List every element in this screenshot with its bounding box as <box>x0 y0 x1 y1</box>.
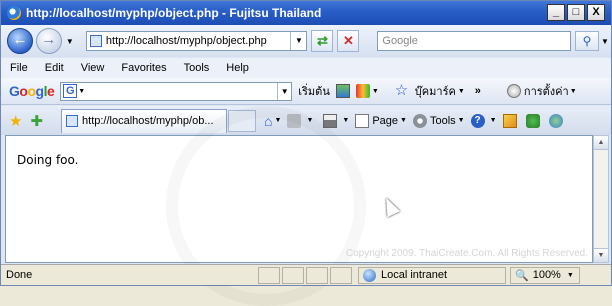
messenger-icon <box>525 113 540 128</box>
tools-menu-button[interactable]: Tools ▼ <box>412 113 465 128</box>
add-favorite-icon[interactable]: ✚ <box>30 112 43 130</box>
popup-blocker-icon[interactable] <box>355 84 370 98</box>
zone-label: Local intranet <box>381 269 448 281</box>
google-search-input[interactable]: G ▼ ▼ <box>60 81 293 101</box>
status-bar: Done Local intranet 🔍 100% ▼ <box>1 264 611 285</box>
settings-wrench-icon[interactable] <box>506 84 521 98</box>
popup-dropdown-icon[interactable]: ▼ <box>372 88 379 95</box>
google-g-icon: G <box>63 84 78 98</box>
stop-button[interactable]: ✕ <box>337 30 360 52</box>
google-logo: Google <box>9 83 55 99</box>
menu-tools[interactable]: Tools <box>175 62 218 74</box>
window-controls: _ □ X <box>547 4 605 21</box>
stop-icon: ✕ <box>342 33 354 48</box>
status-text: Done <box>6 269 33 281</box>
magnifier-icon: ⚲ <box>582 34 592 48</box>
favorites-center-icon[interactable]: ★ <box>9 112 22 130</box>
help-button[interactable]: ? ▼ <box>470 113 497 128</box>
address-field[interactable]: http://localhost/myphp/object.php ▼ <box>85 31 308 51</box>
menu-help[interactable]: Help <box>217 62 257 74</box>
browser-window: http://localhost/myphp/object.php - Fuji… <box>0 0 612 286</box>
settings-dropdown-icon[interactable]: ▼ <box>570 88 577 95</box>
google-toolbar: Google G ▼ ▼ เริ่มต้น ▼ ☆ บุ๊คมาร์ค ▼ » … <box>1 78 611 105</box>
status-pane <box>258 266 280 284</box>
google-search-button[interactable]: เริ่มต้น <box>298 82 330 100</box>
scroll-up-icon[interactable]: ▲ <box>594 136 608 150</box>
google-search-dropdown-icon[interactable]: ▼ <box>277 82 291 100</box>
image-icon[interactable] <box>335 84 350 98</box>
settings-button[interactable]: การตั้งค่า <box>524 82 569 100</box>
refresh-icon: ⇄ <box>317 33 328 48</box>
page-menu-label: Page <box>372 114 399 127</box>
refresh-button[interactable]: ⇄ <box>311 30 334 52</box>
maximize-button[interactable]: □ <box>567 4 585 21</box>
page-content: Doing foo. Copyright 2009. ThaiCreate.Co… <box>5 135 593 263</box>
search-input[interactable]: Google <box>377 31 572 51</box>
page-icon <box>66 115 79 127</box>
tools-menu-label: Tools <box>429 114 456 127</box>
close-button[interactable]: X <box>587 4 605 21</box>
forward-button[interactable]: → <box>35 28 62 54</box>
zoom-control[interactable]: 🔍 100% ▼ <box>510 266 580 284</box>
tab-label: http://localhost/myphp/ob... <box>82 115 214 127</box>
minimize-button[interactable]: _ <box>547 4 565 21</box>
gear-icon <box>412 113 427 128</box>
help-icon: ? <box>470 113 485 128</box>
copyright-text: Copyright 2009. ThaiCreate.Com. All Righ… <box>345 248 588 259</box>
address-dropdown-icon[interactable]: ▼ <box>290 32 306 50</box>
bookmarks-button[interactable]: บุ๊คมาร์ค <box>415 82 456 100</box>
ie-addon-button[interactable] <box>548 113 566 128</box>
google-logo-letter: G <box>9 83 20 99</box>
bookmarks-dropdown-icon[interactable]: ▼ <box>458 88 465 95</box>
messenger-button[interactable] <box>525 113 543 128</box>
google-logo-letter: e <box>46 83 55 99</box>
status-pane <box>282 266 304 284</box>
globe-icon <box>363 268 376 282</box>
zoom-level: 100% <box>532 269 561 281</box>
menu-view[interactable]: View <box>72 62 113 74</box>
status-pane <box>306 266 328 284</box>
google-logo-letter: o <box>27 83 36 99</box>
bookmark-star-icon[interactable]: ☆ <box>395 83 409 98</box>
back-button[interactable]: ← <box>7 28 33 54</box>
addon-icon <box>548 113 563 128</box>
security-zone[interactable]: Local intranet <box>358 266 506 284</box>
vertical-scrollbar[interactable]: ▲ ▼ <box>593 135 609 263</box>
zoom-icon: 🔍 <box>515 269 529 282</box>
menu-file[interactable]: File <box>1 62 36 74</box>
history-dropdown-icon[interactable]: ▼ <box>66 37 78 46</box>
title-bar: http://localhost/myphp/object.php - Fuji… <box>1 1 611 25</box>
research-icon <box>502 113 517 128</box>
page-icon <box>89 35 102 47</box>
google-logo-letter: g <box>35 83 45 99</box>
zoom-dropdown-icon[interactable]: ▼ <box>567 272 574 279</box>
more-button[interactable]: » <box>475 85 481 97</box>
research-button[interactable] <box>502 113 520 128</box>
address-row: ← → ▼ http://localhost/myphp/object.php … <box>1 25 611 57</box>
menu-bar: File Edit View Favorites Tools Help <box>1 58 611 78</box>
menu-favorites[interactable]: Favorites <box>112 62 174 74</box>
ie-icon <box>7 6 21 20</box>
menu-edit[interactable]: Edit <box>36 62 72 74</box>
search-button[interactable]: ⚲ <box>575 31 600 51</box>
status-pane <box>330 266 352 284</box>
engine-dropdown-icon[interactable]: ▼ <box>78 88 85 95</box>
mouse-cursor-icon <box>379 194 401 218</box>
address-value: http://localhost/myphp/object.php <box>105 35 267 47</box>
scroll-down-icon[interactable]: ▼ <box>594 248 608 262</box>
page-text: Doing foo. <box>17 153 79 167</box>
page-menu-icon <box>355 113 370 128</box>
search-options-icon[interactable]: ▼ <box>601 37 611 46</box>
page-menu-button[interactable]: Page ▼ <box>355 113 407 128</box>
window-title: http://localhost/myphp/object.php - Fuji… <box>26 6 322 20</box>
print-button[interactable]: ▼ <box>323 113 349 128</box>
